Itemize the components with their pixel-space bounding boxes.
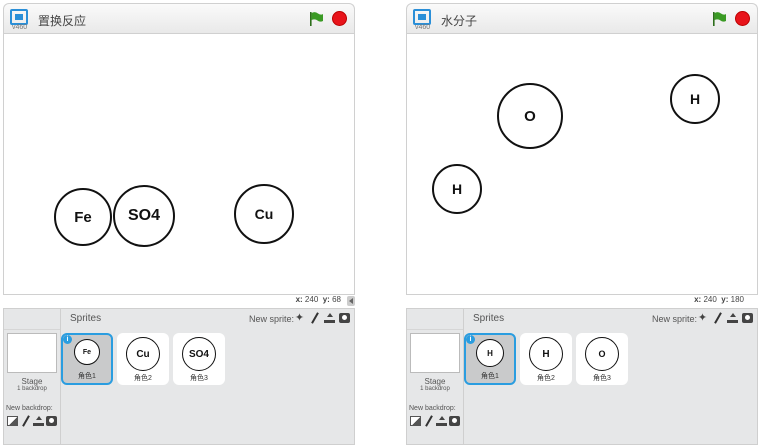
sprite-thumbnail: SO4 [182, 337, 216, 371]
stage-size-toggle[interactable] [347, 296, 355, 306]
sprite-tile[interactable]: i H 角色1 [464, 333, 516, 385]
stage-thumbnail[interactable] [410, 333, 460, 373]
upload-icon[interactable] [727, 313, 738, 323]
new-sprite-label: New sprite: [651, 314, 697, 324]
version-label: v460 [415, 24, 431, 31]
brush-icon[interactable] [712, 313, 723, 323]
brush-icon[interactable] [423, 416, 434, 426]
stage-column: Stage 1 backdrop New backdrop: [407, 309, 464, 444]
stop-icon[interactable] [735, 11, 750, 26]
atom-sprite[interactable]: Cu [234, 184, 294, 244]
scratch-project-right: v460 水分子 O H H x: 240 y: 180 Stage 1 bac… [406, 0, 758, 445]
upload-icon[interactable] [324, 313, 335, 323]
atom-sprite[interactable]: SO4 [113, 185, 175, 247]
stage-thumbnail[interactable] [7, 333, 57, 373]
sprites-title: Sprites [473, 313, 505, 324]
project-title[interactable]: 水分子 [441, 12, 477, 29]
camera-icon[interactable] [742, 313, 753, 323]
scratch-project-left: v460 置换反应 Fe SO4 Cu x: 240 y: 68 Stage 1… [3, 0, 355, 445]
stage-column: Stage 1 backdrop New backdrop: [4, 309, 61, 444]
mouse-coordinates: x: 240 y: 180 [694, 295, 744, 304]
info-icon[interactable]: i [63, 335, 72, 344]
brush-icon[interactable] [20, 416, 31, 426]
sprite-thumbnail: H [529, 337, 563, 371]
sprite-name: 角色3 [190, 375, 208, 382]
camera-icon[interactable] [46, 416, 57, 426]
sprite-tile[interactable]: Cu 角色2 [117, 333, 169, 385]
paint-icon[interactable] [410, 416, 421, 426]
sprite-name: 角色2 [537, 375, 555, 382]
version-label: v460 [12, 24, 28, 31]
sprite-pane: Stage 1 backdrop New backdrop: Sprites N… [3, 308, 355, 445]
sprite-tile[interactable]: i Fe 角色1 [61, 333, 113, 385]
sprite-tile[interactable]: SO4 角色3 [173, 333, 225, 385]
brush-icon[interactable] [309, 313, 320, 323]
backdrop-count: 1 backdrop [17, 386, 47, 392]
sprite-thumbnail: Cu [126, 337, 160, 371]
stage-label: Stage [424, 377, 446, 386]
stop-icon[interactable] [332, 11, 347, 26]
new-sprite-label: New sprite: [248, 314, 294, 324]
backdrop-count: 1 backdrop [420, 386, 450, 392]
fullscreen-icon[interactable] [10, 9, 28, 25]
green-flag-icon[interactable] [308, 11, 324, 27]
sprite-thumbnail: O [585, 337, 619, 371]
stage-canvas[interactable]: Fe SO4 Cu [3, 33, 355, 295]
atom-sprite[interactable]: H [670, 74, 720, 124]
stage-label: Stage [21, 377, 43, 386]
stage-header: v460 置换反应 [3, 3, 355, 33]
upload-icon[interactable] [33, 416, 44, 426]
sprite-name: 角色3 [593, 375, 611, 382]
new-backdrop-label: New backdrop: [409, 405, 456, 412]
sprite-pane: Stage 1 backdrop New backdrop: Sprites N… [406, 308, 758, 445]
library-icon[interactable]: ✦ [294, 313, 305, 324]
stage-canvas[interactable]: O H H [406, 33, 758, 295]
sprites-header: Sprites New sprite: ✦ [60, 309, 354, 329]
sprite-thumbnail: H [476, 339, 504, 367]
green-flag-icon[interactable] [711, 11, 727, 27]
sprite-name: 角色1 [78, 373, 96, 380]
info-icon[interactable]: i [466, 335, 475, 344]
atom-sprite[interactable]: Fe [54, 188, 112, 246]
new-backdrop-label: New backdrop: [6, 405, 53, 412]
mouse-coordinates: x: 240 y: 68 [295, 295, 341, 304]
sprite-name: 角色1 [481, 373, 499, 380]
stage-header: v460 水分子 [406, 3, 758, 33]
camera-icon[interactable] [449, 416, 460, 426]
sprites-title: Sprites [70, 313, 102, 324]
sprite-tile[interactable]: O 角色3 [576, 333, 628, 385]
fullscreen-icon[interactable] [413, 9, 431, 25]
sprites-header: Sprites New sprite: ✦ [463, 309, 757, 329]
library-icon[interactable]: ✦ [697, 313, 708, 324]
sprite-tile[interactable]: H 角色2 [520, 333, 572, 385]
sprite-name: 角色2 [134, 375, 152, 382]
project-title[interactable]: 置换反应 [38, 12, 86, 29]
atom-sprite[interactable]: H [432, 164, 482, 214]
atom-sprite[interactable]: O [497, 83, 563, 149]
sprite-thumbnail: Fe [74, 339, 100, 365]
paint-icon[interactable] [7, 416, 18, 426]
camera-icon[interactable] [339, 313, 350, 323]
upload-icon[interactable] [436, 416, 447, 426]
